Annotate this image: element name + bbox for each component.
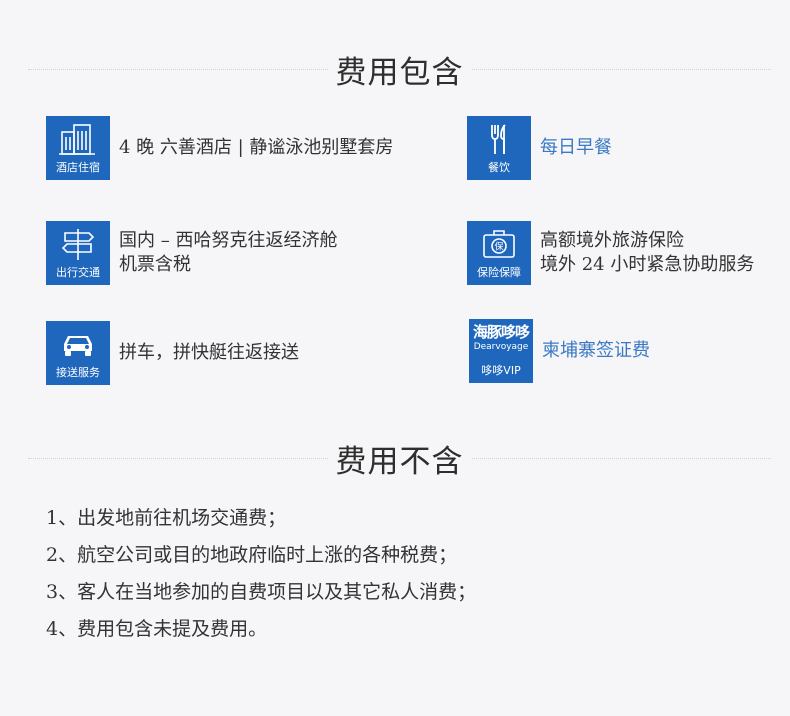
transport-line-2: 机票含税 bbox=[119, 254, 191, 275]
included-item-insurance: 保 保险保障 高额境外旅游保险 境外 24 小时紧急协助服务 bbox=[467, 221, 754, 285]
brand-logo-icon: 海豚哆哆 Dearvoyage 哆哆VIP bbox=[469, 319, 533, 383]
dining-line-1: 每日早餐 bbox=[540, 137, 612, 158]
visa-line-1: 柬埔寨签证费 bbox=[542, 340, 650, 361]
title-rule-right bbox=[471, 457, 771, 459]
list-item: 2、航空公司或目的地政府临时上涨的各种税费； bbox=[46, 544, 458, 566]
list-item: 4、费用包含未提及费用。 bbox=[46, 618, 268, 640]
title-rule-left bbox=[28, 457, 328, 459]
dining-text: 每日早餐 bbox=[540, 136, 612, 160]
dining-caption: 餐饮 bbox=[488, 161, 510, 174]
title-rule-left bbox=[28, 68, 328, 70]
excluded-title: 费用不含 bbox=[335, 443, 464, 480]
transfer-line-1: 拼车，拼快艇往返接送 bbox=[119, 342, 299, 363]
insurance-caption: 保险保障 bbox=[477, 266, 521, 279]
insurance-line-2: 境外 24 小时紧急协助服务 bbox=[540, 254, 755, 275]
insurance-line-1: 高额境外旅游保险 bbox=[540, 230, 684, 251]
transport-line-1: 国内 – 西哈努克往返经济舱 bbox=[119, 230, 338, 251]
included-item-transport: 出行交通 国内 – 西哈努克往返经济舱 机票含税 bbox=[46, 221, 337, 285]
brand-logo-en: Dearvoyage bbox=[473, 342, 529, 352]
brand-logo-cn: 海豚哆哆 bbox=[472, 323, 530, 341]
included-item-dining: 餐饮 每日早餐 bbox=[467, 116, 612, 180]
visa-text: 柬埔寨签证费 bbox=[542, 339, 650, 363]
hotel-icon: 酒店住宿 bbox=[46, 116, 110, 180]
hotel-caption: 酒店住宿 bbox=[56, 161, 100, 174]
brand-logo: 海豚哆哆 Dearvoyage bbox=[469, 324, 533, 353]
hotel-text: 4 晚 六善酒店 | 静谧泳池别墅套房 bbox=[119, 136, 393, 160]
dining-icon: 餐饮 bbox=[467, 116, 531, 180]
insurance-icon: 保 保险保障 bbox=[467, 221, 531, 285]
included-item-transfer: 接送服务 拼车，拼快艇往返接送 bbox=[46, 321, 299, 385]
transfer-caption: 接送服务 bbox=[56, 366, 100, 379]
list-item: 1、出发地前往机场交通费； bbox=[46, 507, 287, 529]
title-rule-right bbox=[471, 68, 771, 70]
included-title: 费用包含 bbox=[335, 54, 464, 91]
excluded-section-title: 费用不含 bbox=[28, 438, 771, 480]
exclusions-list: 1、出发地前往机场交通费； 2、航空公司或目的地政府临时上涨的各种税费； 3、客… bbox=[46, 500, 476, 648]
included-item-hotel: 酒店住宿 4 晚 六善酒店 | 静谧泳池别墅套房 bbox=[46, 116, 393, 180]
transfer-text: 拼车，拼快艇往返接送 bbox=[119, 341, 299, 365]
car-icon: 接送服务 bbox=[46, 321, 110, 385]
included-section-title: 费用包含 bbox=[28, 49, 771, 91]
included-item-visa: 海豚哆哆 Dearvoyage 哆哆VIP 柬埔寨签证费 bbox=[469, 319, 650, 383]
list-item: 3、客人在当地参加的自费项目以及其它私人消费； bbox=[46, 581, 477, 603]
transport-text: 国内 – 西哈努克往返经济舱 机票含税 bbox=[119, 229, 337, 277]
svg-text:保: 保 bbox=[494, 241, 503, 253]
signpost-icon: 出行交通 bbox=[46, 221, 110, 285]
visa-caption: 哆哆VIP bbox=[481, 364, 521, 377]
insurance-text: 高额境外旅游保险 境外 24 小时紧急协助服务 bbox=[540, 229, 754, 277]
transport-caption: 出行交通 bbox=[56, 266, 100, 279]
hotel-line-1: 4 晚 六善酒店 | 静谧泳池别墅套房 bbox=[119, 137, 394, 158]
